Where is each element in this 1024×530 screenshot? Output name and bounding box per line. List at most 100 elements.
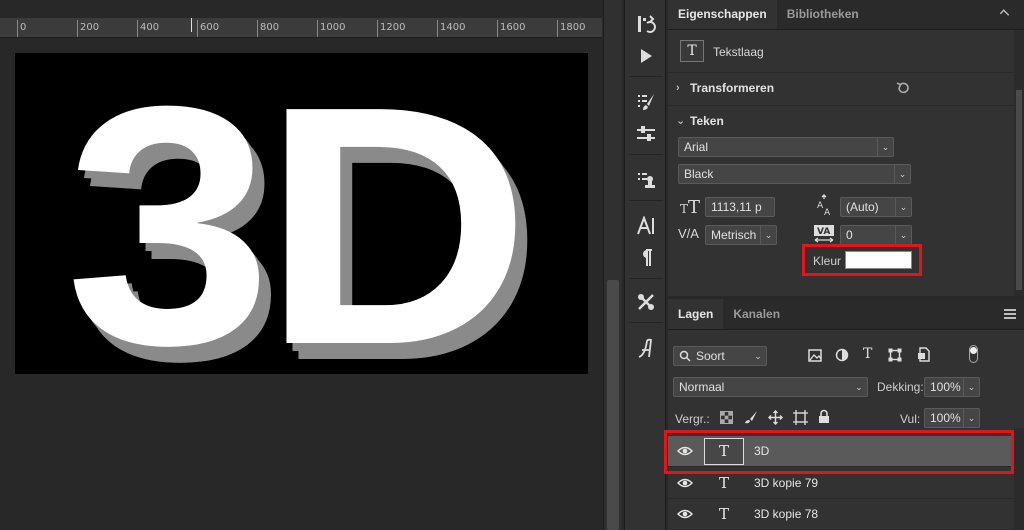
- tool-presets-icon[interactable]: [630, 288, 662, 316]
- tab-eigenschappen[interactable]: Eigenschappen: [668, 0, 777, 29]
- chevron-down-icon: ⌄: [855, 381, 863, 392]
- ruler-tick: [257, 20, 258, 37]
- fill-label: Vul:: [900, 412, 921, 426]
- color-swatch[interactable]: [845, 251, 912, 269]
- visibility-eye-icon[interactable]: [668, 478, 702, 488]
- layer-row-3d-kopie-78[interactable]: T 3D kopie 78: [668, 499, 1014, 530]
- lock-pixels-icon[interactable]: [744, 410, 758, 424]
- ruler-label: 1600: [500, 22, 526, 33]
- ruler-label: 600: [200, 22, 220, 33]
- chevron-down-icon: ⌄: [760, 226, 776, 244]
- ruler-tick: [77, 20, 78, 37]
- paragraph-icon[interactable]: [630, 244, 662, 272]
- tab-kanalen[interactable]: Kanalen: [723, 299, 790, 329]
- leading-dropdown[interactable]: (Auto) ⌄: [840, 197, 912, 217]
- font-size-value: 1113,11 p: [711, 200, 762, 214]
- layers-tabs: Lagen Kanalen: [668, 299, 1024, 330]
- layer-highlight: [664, 430, 1014, 474]
- opacity-field[interactable]: 100% ⌄: [924, 377, 980, 397]
- section-transform[interactable]: › Transformeren: [668, 72, 1014, 102]
- layers-panel: Lagen Kanalen Soort ⌄ T Normaal ⌄ Dekkin…: [664, 299, 1024, 530]
- color-label: Kleur: [813, 254, 842, 268]
- ruler-label: 0: [20, 22, 27, 33]
- brush-settings-icon[interactable]: [630, 88, 662, 116]
- tracking-dropdown[interactable]: 0 ⌄: [840, 225, 912, 245]
- properties-tabs: Eigenschappen Bibliotheken: [668, 0, 1024, 30]
- font-family-dropdown[interactable]: Arial ⌄: [678, 137, 894, 157]
- collapse-icon[interactable]: [999, 9, 1010, 19]
- canvas-text: 3D: [65, 53, 520, 374]
- layers-scrollbar[interactable]: [1014, 428, 1024, 530]
- layer-name[interactable]: 3D kopie 79: [754, 476, 818, 490]
- lock-artboard-icon[interactable]: [793, 410, 808, 425]
- shape-filter-icon[interactable]: [888, 348, 902, 362]
- svg-text:A: A: [817, 201, 824, 211]
- kerning-dropdown[interactable]: Metrisch ⌄: [705, 225, 777, 245]
- chevron-down-icon: ⌄: [894, 165, 910, 183]
- ruler-label: 400: [140, 22, 160, 33]
- type-filter-icon[interactable]: T: [863, 346, 872, 362]
- vertical-scrollbar[interactable]: [603, 0, 622, 530]
- section-transform-label: Transformeren: [690, 80, 775, 95]
- ruler-label: 800: [260, 22, 280, 33]
- opacity-value: 100%: [930, 380, 961, 394]
- chevron-right-icon: ›: [676, 81, 680, 94]
- ruler-tick: [197, 20, 198, 37]
- kerning-icon: V/A: [678, 226, 699, 241]
- divider: [629, 200, 663, 201]
- svg-text:A: A: [824, 208, 831, 216]
- fill-value: 100%: [930, 411, 961, 425]
- blend-mode-dropdown[interactable]: Normaal ⌄: [673, 377, 868, 397]
- history-icon[interactable]: [630, 10, 662, 38]
- fill-field[interactable]: 100% ⌄: [924, 408, 980, 428]
- document-area[interactable]: 0 200 400 600 800 1000 1200 1400 1600 1800 3D 3D …: [0, 0, 622, 530]
- ruler-label: 1200: [380, 22, 406, 33]
- tracking-value: 0: [846, 228, 853, 242]
- leading-icon: AA: [814, 194, 834, 219]
- lock-all-icon[interactable]: [818, 409, 830, 424]
- adjustment-filter-icon[interactable]: [835, 348, 849, 362]
- layer-name[interactable]: 3D kopie 78: [754, 507, 818, 521]
- lock-transparency-icon[interactable]: [720, 411, 733, 424]
- horizontal-ruler: 0 200 400 600 800 1000 1200 1400 1600 1800: [0, 18, 602, 38]
- blend-mode-value: Normaal: [679, 380, 725, 394]
- properties-panel: Eigenschappen Bibliotheken T Tekstlaag ›…: [668, 0, 1024, 296]
- visibility-eye-icon[interactable]: [668, 509, 702, 519]
- canvas-artwork: 3D 3D 3D: [15, 53, 588, 374]
- tab-lagen[interactable]: Lagen: [668, 299, 724, 329]
- font-size-icon: TT: [680, 197, 701, 218]
- filter-toggle[interactable]: [969, 345, 978, 363]
- properties-scrollbar[interactable]: [1014, 30, 1024, 296]
- panel-menu-icon[interactable]: [1004, 309, 1016, 319]
- font-size-field[interactable]: 1113,11 p: [705, 197, 775, 217]
- scroll-thumb[interactable]: [607, 280, 619, 530]
- section-type[interactable]: ⌄ Teken: [668, 105, 1014, 135]
- chevron-down-icon: ⌄: [895, 198, 911, 216]
- text-layer-icon: T: [680, 40, 704, 62]
- reset-icon[interactable]: [896, 81, 910, 95]
- character-icon[interactable]: [630, 212, 662, 240]
- svg-text:VA: VA: [817, 227, 830, 237]
- chevron-down-icon: ⌄: [963, 409, 979, 427]
- kerning-value: Metrisch: [711, 228, 757, 242]
- adjust-icon[interactable]: [630, 120, 662, 148]
- glyphs-icon[interactable]: [630, 334, 662, 362]
- ruler-tick: [437, 20, 438, 37]
- ruler-tick: [137, 20, 138, 37]
- font-style-dropdown[interactable]: Black ⌄: [678, 164, 911, 184]
- layer-filter-dropdown[interactable]: Soort ⌄: [673, 346, 767, 366]
- clone-source-icon[interactable]: [630, 166, 662, 194]
- smart-object-filter-icon[interactable]: [917, 347, 931, 362]
- ruler-tick: [317, 20, 318, 37]
- chevron-down-icon: ⌄: [877, 138, 893, 156]
- scroll-thumb[interactable]: [1016, 90, 1022, 290]
- play-icon[interactable]: [630, 42, 662, 70]
- pixel-filter-icon[interactable]: [808, 349, 822, 362]
- document-canvas[interactable]: 3D 3D 3D: [15, 53, 588, 374]
- lock-position-icon[interactable]: [768, 410, 783, 425]
- divider: [629, 154, 663, 155]
- chevron-down-icon: ⌄: [676, 115, 686, 127]
- tab-bibliotheken[interactable]: Bibliotheken: [777, 0, 869, 29]
- ruler-label: 1000: [320, 22, 346, 33]
- leading-value: (Auto): [846, 200, 879, 214]
